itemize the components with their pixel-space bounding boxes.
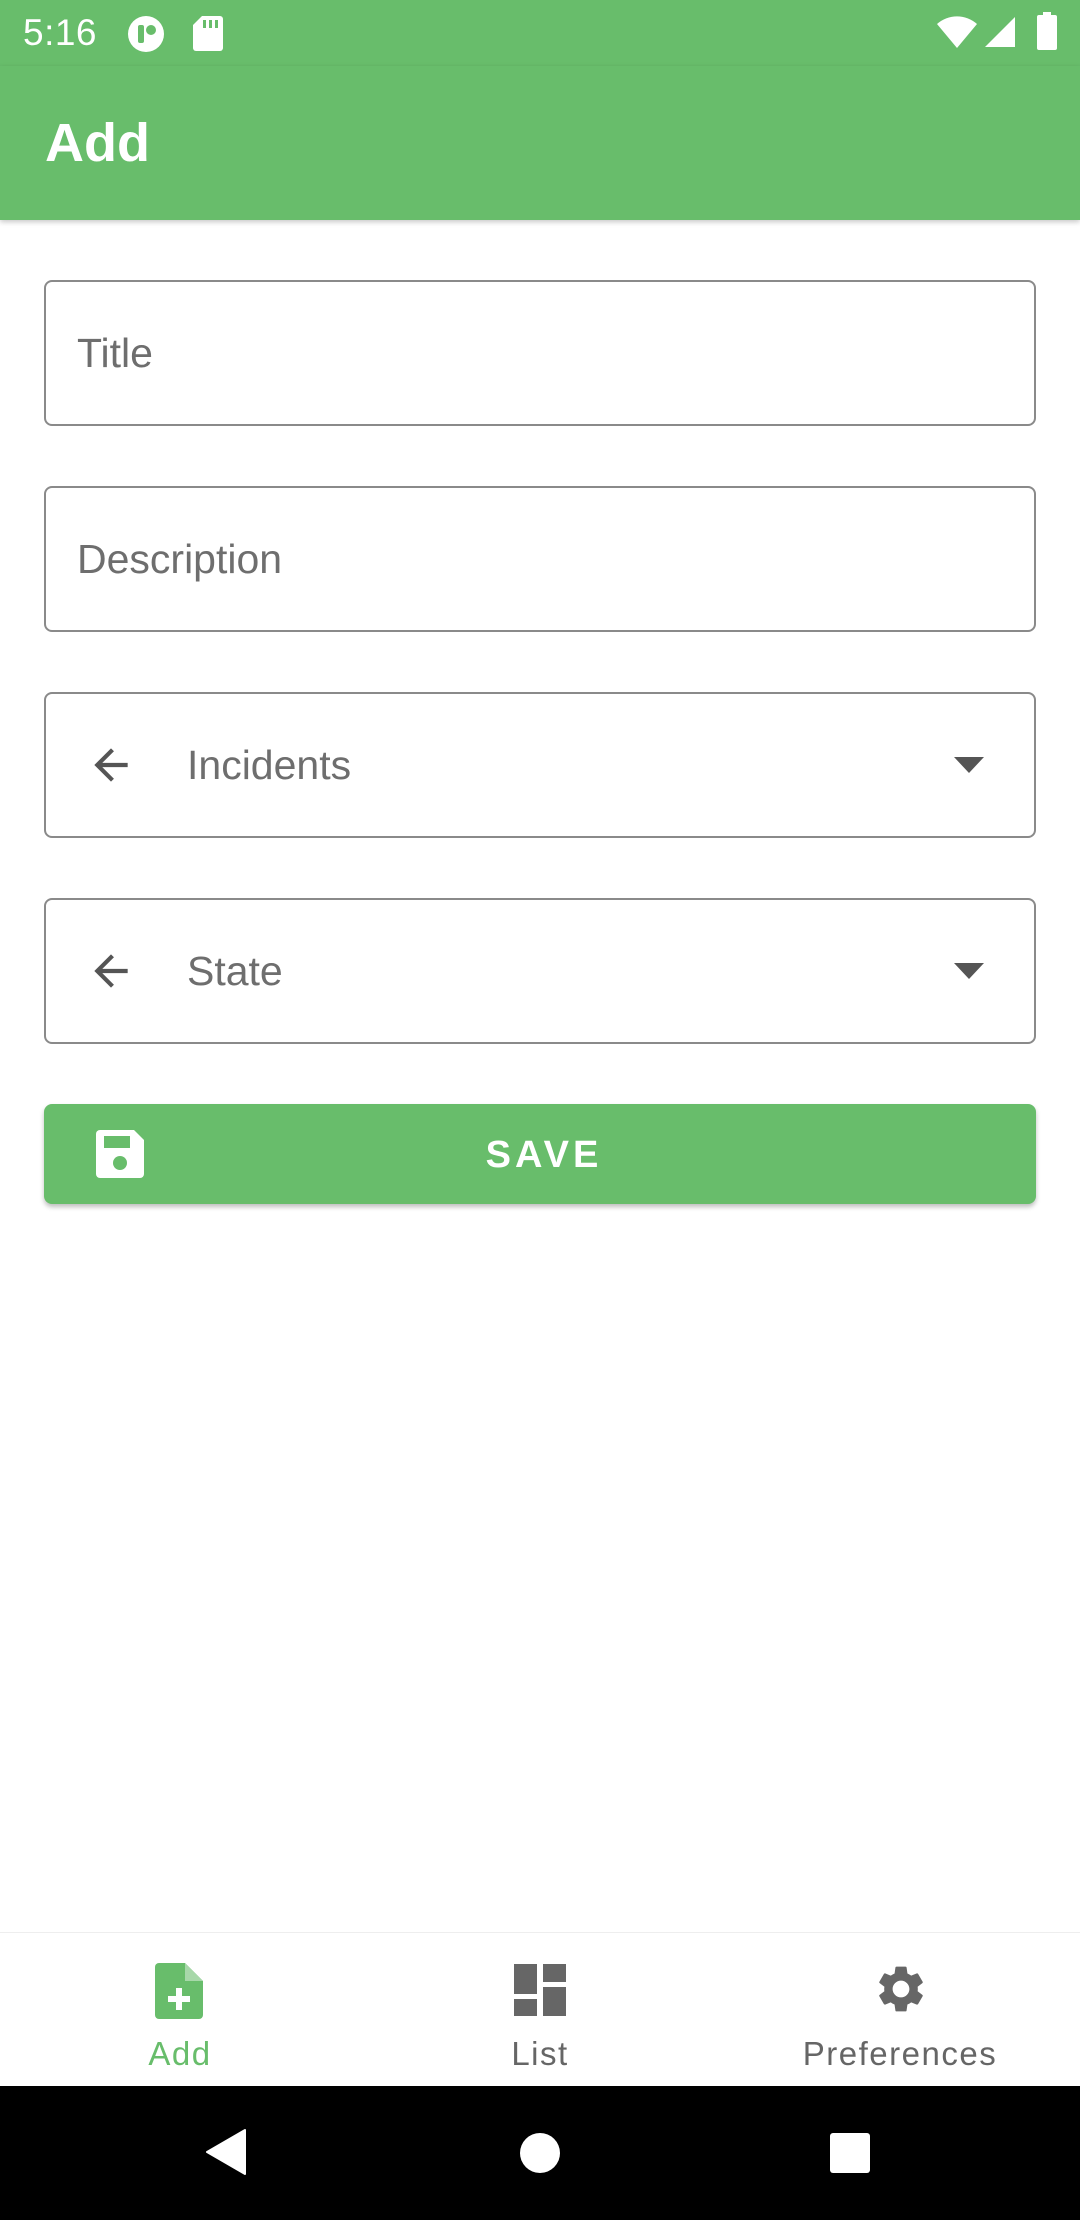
wifi-icon — [936, 14, 978, 55]
nav-item-preferences-label: Preferences — [802, 2035, 998, 2072]
gear-icon — [873, 1961, 929, 2022]
description-input-placeholder: Description — [77, 536, 283, 582]
app-notification-icon — [126, 14, 166, 59]
note-add-icon — [153, 1961, 207, 2026]
status-bar: 5:16 — [0, 0, 1080, 66]
arrow-back-icon — [86, 946, 136, 1001]
dashboard-icon — [513, 1963, 567, 2022]
nav-item-add-label: Add — [148, 2035, 212, 2072]
recents-square-icon[interactable] — [829, 2132, 871, 2179]
title-input[interactable]: Title — [44, 280, 1036, 426]
battery-icon — [1036, 12, 1058, 55]
save-button[interactable]: SAVE — [44, 1104, 1036, 1204]
signal-icon — [983, 15, 1017, 54]
bottom-navigation: Add List Preferences — [0, 1932, 1080, 2086]
incidents-dropdown[interactable]: Incidents — [44, 692, 1036, 838]
incidents-dropdown-value: Incidents — [187, 742, 352, 788]
title-input-placeholder: Title — [77, 330, 153, 376]
nav-item-add[interactable]: Add — [0, 1933, 360, 2087]
nav-item-preferences[interactable]: Preferences — [720, 1933, 1080, 2087]
description-input[interactable]: Description — [44, 486, 1036, 632]
sd-card-icon — [192, 14, 224, 57]
back-triangle-icon[interactable] — [205, 2128, 247, 2181]
add-screen: 5:16 Add Title Description Incidents Sta… — [0, 0, 1080, 2220]
chevron-down-icon — [953, 756, 985, 779]
nav-item-list-label: List — [511, 2035, 569, 2072]
system-navigation-bar — [0, 2086, 1080, 2220]
state-dropdown[interactable]: State — [44, 898, 1036, 1044]
save-button-label: SAVE — [485, 1134, 603, 1176]
page-title: Add — [45, 113, 150, 173]
nav-item-list[interactable]: List — [360, 1933, 720, 2087]
app-bar: Add — [0, 66, 1080, 220]
arrow-back-icon — [86, 740, 136, 795]
status-time: 5:16 — [23, 12, 98, 53]
chevron-down-icon — [953, 962, 985, 985]
home-circle-icon[interactable] — [519, 2132, 561, 2179]
state-dropdown-value: State — [187, 948, 283, 994]
